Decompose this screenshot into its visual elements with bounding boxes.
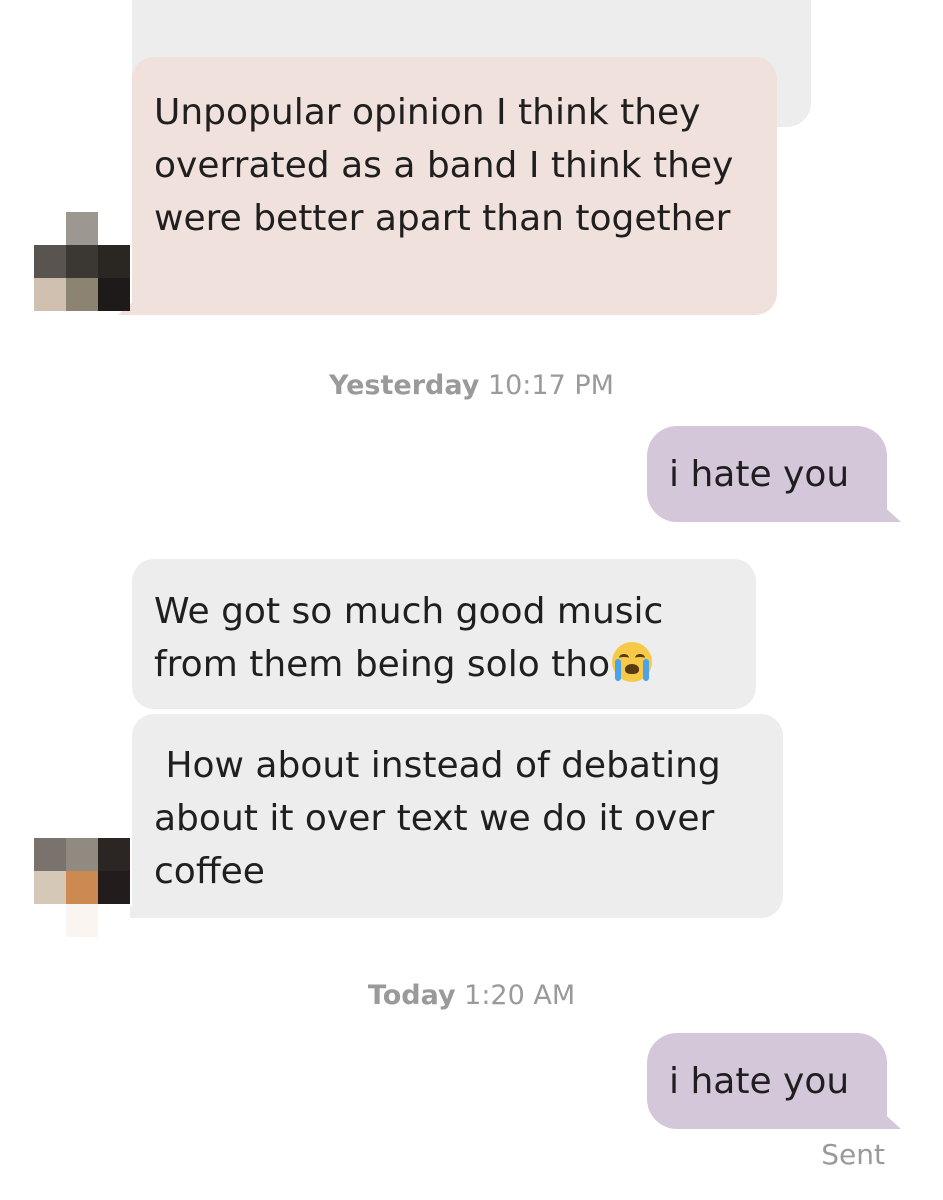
- timestamp-time: 10:17 PM: [487, 370, 614, 401]
- message-bubble-outgoing[interactable]: i hate you: [647, 1033, 887, 1129]
- timestamp-day: Yesterday: [329, 370, 480, 401]
- message-text: We got so much good music from them bein…: [154, 591, 664, 685]
- timestamp: Yesterday 10:17 PM: [0, 370, 943, 401]
- message-text: How about instead of debating about it o…: [154, 745, 733, 892]
- message-bubble-incoming[interactable]: How about instead of debating about it o…: [132, 714, 783, 918]
- message-text: i hate you: [669, 1061, 850, 1102]
- avatar[interactable]: [34, 838, 130, 937]
- message-text: Unpopular opinion I think they overrated…: [154, 92, 734, 239]
- avatar[interactable]: [34, 212, 130, 311]
- bubble-tail: [879, 502, 901, 522]
- timestamp-time: 1:20 AM: [464, 980, 576, 1011]
- delivery-status: Sent: [821, 1138, 885, 1171]
- message-text: i hate you: [669, 454, 850, 495]
- message-bubble-incoming[interactable]: Unpopular opinion I think they overrated…: [132, 57, 777, 315]
- loudly-crying-face-icon: [612, 642, 653, 682]
- message-bubble-outgoing[interactable]: i hate you: [647, 426, 887, 522]
- timestamp-day: Today: [367, 980, 456, 1011]
- timestamp: Today 1:20 AM: [0, 980, 943, 1011]
- bubble-tail: [879, 1109, 901, 1129]
- message-bubble-incoming[interactable]: We got so much good music from them bein…: [132, 559, 756, 709]
